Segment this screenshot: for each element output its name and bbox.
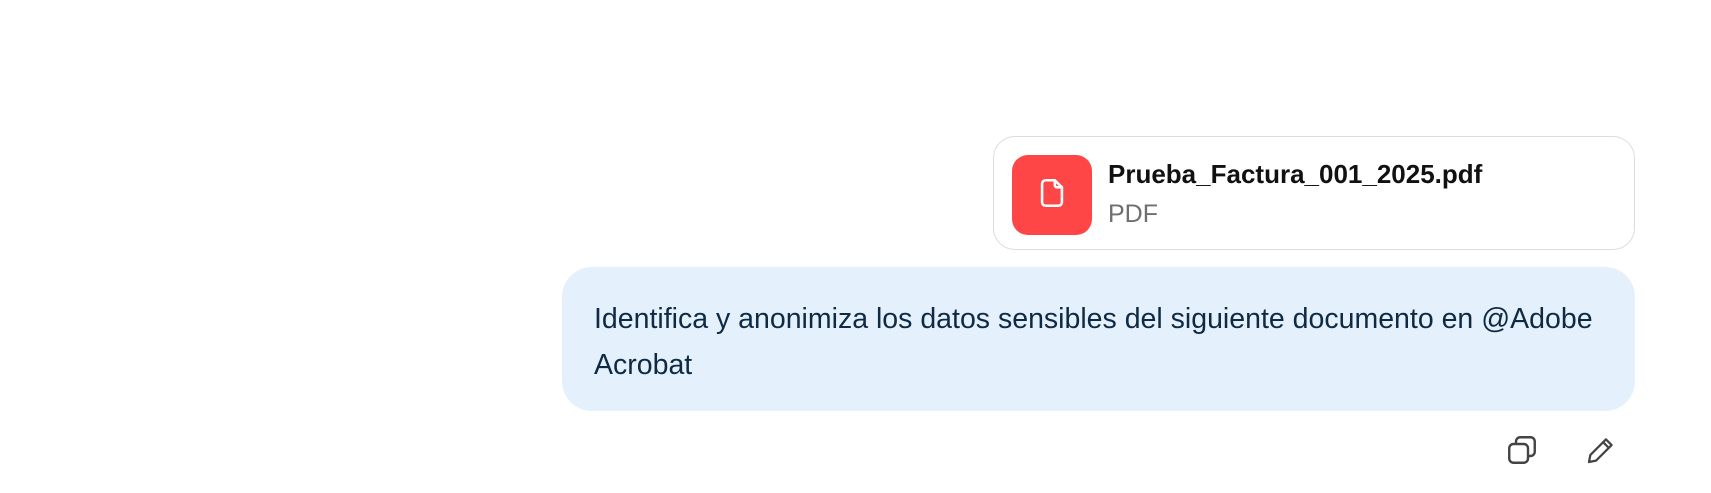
document-icon bbox=[1035, 176, 1069, 215]
copy-button[interactable] bbox=[1502, 432, 1542, 472]
edit-button[interactable] bbox=[1581, 432, 1621, 472]
file-name: Prueba_Factura_001_2025.pdf bbox=[1108, 159, 1483, 189]
pencil-icon bbox=[1584, 433, 1618, 472]
file-type-badge bbox=[1012, 155, 1092, 235]
copy-icon bbox=[1504, 432, 1540, 473]
file-type-label: PDF bbox=[1108, 200, 1158, 228]
file-attachment-card[interactable]: Prueba_Factura_001_2025.pdf PDF bbox=[993, 136, 1635, 250]
user-message-bubble: Identifica y anonimiza los datos sensibl… bbox=[562, 267, 1635, 411]
message-text: Identifica y anonimiza los datos sensibl… bbox=[594, 303, 1593, 381]
